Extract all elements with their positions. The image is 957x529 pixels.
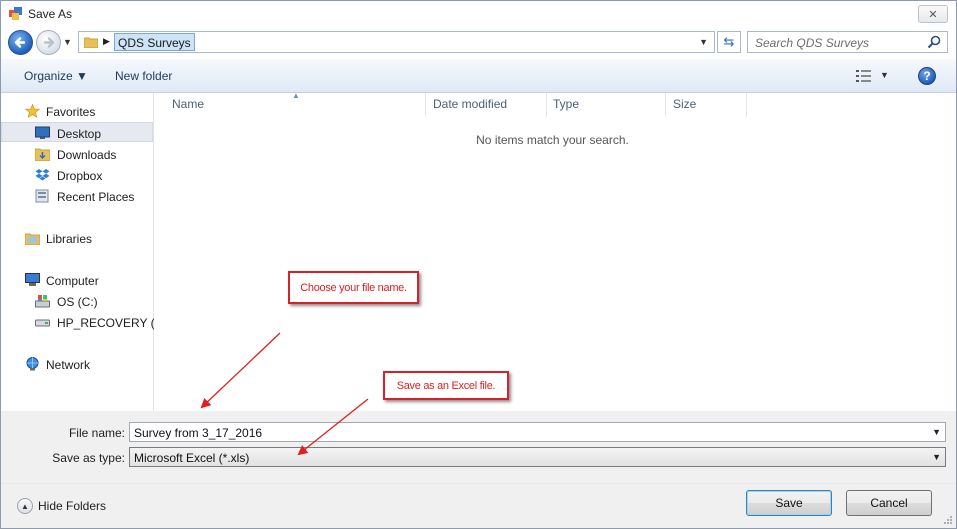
file-name-field[interactable]: Survey from 3_17_2016 ▼ (129, 422, 946, 442)
file-name-value: Survey from 3_17_2016 (134, 426, 263, 440)
recent-places-icon (35, 189, 49, 203)
file-name-label: File name: (68, 426, 125, 440)
column-header-size[interactable]: Size (673, 97, 696, 111)
command-toolbar: Organize ▼ New folder ▼ ? (1, 59, 956, 93)
breadcrumb-chevron-icon[interactable]: ▶ (103, 36, 110, 47)
refresh-icon: ⇆ (723, 34, 735, 49)
column-divider[interactable] (425, 93, 426, 117)
collapse-glyph: ▲ (21, 501, 29, 511)
column-divider[interactable] (546, 93, 547, 117)
hide-folders-label: Hide Folders (38, 499, 107, 513)
chevron-down-icon[interactable]: ▼ (932, 452, 941, 462)
back-button[interactable] (8, 30, 33, 55)
window-title: Save As (28, 7, 73, 21)
nav-label: Computer (46, 274, 99, 288)
sort-ascending-icon: ▲ (292, 91, 300, 100)
address-row: ▼ ▶ QDS Surveys ▼ ⇆ Search QDS Surveys (1, 27, 956, 59)
breadcrumb-current-folder[interactable]: QDS Surveys (114, 33, 195, 51)
nav-label: Recent Places (57, 190, 135, 204)
nav-os-drive[interactable]: OS (C:) (1, 291, 153, 311)
nav-label: Favorites (46, 105, 96, 119)
footer-divider (1, 483, 956, 484)
column-header-name[interactable]: Name (172, 97, 204, 111)
cancel-button[interactable]: Cancel (846, 490, 932, 516)
nav-computer[interactable]: Computer (1, 270, 153, 290)
chevron-down-icon[interactable]: ▼ (932, 427, 941, 437)
dropbox-icon (35, 169, 50, 181)
downloads-folder-icon (35, 148, 50, 161)
recent-locations-dropdown[interactable]: ▼ (63, 37, 72, 47)
address-bar[interactable]: ▶ QDS Surveys ▼ (78, 31, 715, 53)
app-icon (9, 7, 22, 20)
nav-label: Libraries (46, 232, 93, 246)
folder-icon (84, 37, 98, 48)
title-bar: Save As ✕ (1, 1, 956, 27)
change-view-icon[interactable] (856, 70, 871, 82)
save-type-select[interactable]: Microsoft Excel (*.xls) ▼ (129, 447, 946, 467)
nav-favorites[interactable]: Favorites (1, 101, 153, 121)
column-header-date-modified[interactable]: Date modified (433, 97, 507, 111)
nav-label: HP_RECOVERY (D: (57, 316, 167, 330)
navigation-pane: Favorites Desktop Downloads Dropbox Rece… (1, 93, 167, 411)
nav-label: Desktop (57, 127, 102, 141)
computer-icon (25, 273, 40, 286)
forward-button[interactable] (36, 30, 61, 55)
file-type-annotation: Save as an Excel file. (383, 371, 509, 400)
address-dropdown[interactable]: ▼ (699, 37, 708, 47)
star-icon (25, 104, 40, 118)
close-icon: ✕ (928, 8, 938, 21)
nav-dropbox[interactable]: Dropbox (1, 165, 153, 185)
new-folder-button[interactable]: New folder (115, 69, 172, 83)
nav-label: Network (46, 358, 91, 372)
nav-libraries[interactable]: Libraries (1, 228, 153, 248)
collapse-icon: ▲ (17, 498, 33, 514)
nav-desktop[interactable]: Desktop (1, 122, 153, 142)
search-box[interactable]: Search QDS Surveys (747, 31, 948, 53)
help-button[interactable]: ? (918, 67, 936, 85)
libraries-icon (25, 233, 40, 245)
forward-arrow-icon (43, 37, 55, 48)
desktop-icon (35, 126, 50, 139)
column-divider[interactable] (746, 93, 747, 117)
help-icon: ? (923, 69, 931, 83)
close-button[interactable]: ✕ (918, 5, 948, 23)
search-placeholder: Search QDS Surveys (755, 36, 870, 50)
nav-recent-places[interactable]: Recent Places (1, 186, 153, 206)
search-icon[interactable] (927, 35, 941, 49)
os-drive-icon (35, 295, 50, 308)
save-type-value: Microsoft Excel (*.xls) (134, 451, 250, 465)
resize-grip-icon[interactable] (943, 515, 953, 525)
nav-network[interactable]: Network (1, 354, 153, 374)
save-button[interactable]: Save (746, 490, 832, 516)
network-icon (26, 357, 39, 371)
column-divider[interactable] (665, 93, 666, 117)
organize-button[interactable]: Organize ▼ (24, 69, 88, 83)
refresh-button[interactable]: ⇆ (717, 31, 741, 53)
nav-downloads[interactable]: Downloads (1, 144, 153, 164)
nav-recovery-drive[interactable]: HP_RECOVERY (D: (1, 312, 167, 332)
save-as-dialog: Save As ✕ ▼ ▶ QDS Surveys ▼ ⇆ Search QDS… (0, 0, 957, 529)
hard-drive-icon (35, 319, 50, 327)
back-arrow-icon (14, 37, 26, 48)
nav-label: Downloads (57, 148, 117, 162)
views-dropdown[interactable]: ▼ (880, 70, 889, 80)
empty-list-message: No items match your search. (476, 133, 629, 147)
nav-label: Dropbox (57, 169, 103, 183)
file-name-annotation: Choose your file name. (288, 271, 419, 304)
save-type-label: Save as type: (52, 451, 125, 465)
file-list: ▲ Name Date modified Type Size No items … (154, 91, 956, 411)
nav-label: OS (C:) (57, 295, 98, 309)
column-header-type[interactable]: Type (553, 97, 579, 111)
